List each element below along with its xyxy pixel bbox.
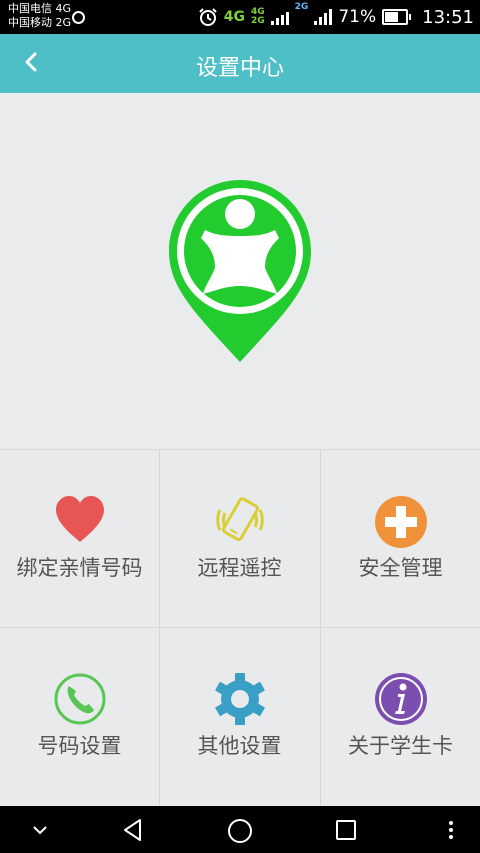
signal-icon-1 xyxy=(270,9,289,25)
menu-label: 其他设置 xyxy=(197,734,282,758)
recents-square-icon[interactable] xyxy=(334,818,358,842)
battery-percent: 71% xyxy=(338,7,377,27)
menu-remote-control[interactable]: 远程遥控 xyxy=(160,450,319,627)
chevron-down-icon[interactable] xyxy=(31,824,49,836)
carrier-1: 中国电信 4G xyxy=(8,2,72,15)
menu-label: 绑定亲情号码 xyxy=(16,556,143,580)
menu-label: 号码设置 xyxy=(37,734,122,758)
menu-bind-family-numbers[interactable]: 绑定亲情号码 xyxy=(0,450,159,627)
network-type-bottom: 2G xyxy=(251,16,265,26)
gear-icon xyxy=(214,673,265,725)
settings-grid: 绑定亲情号码 远程遥控 安全管理 号码设置 其他设置 关于学生卡 xyxy=(0,449,480,807)
menu-number-settings[interactable]: 号码设置 xyxy=(0,628,159,805)
title-bar: 设置中心 xyxy=(0,34,480,93)
heart-icon xyxy=(55,496,104,542)
back-triangle-icon[interactable] xyxy=(120,817,146,843)
location-pin-logo xyxy=(169,180,311,362)
plus-circle-icon xyxy=(374,496,427,548)
menu-about-student-card[interactable]: 关于学生卡 xyxy=(321,628,480,805)
home-circle-icon[interactable] xyxy=(226,817,254,845)
menu-label: 安全管理 xyxy=(358,556,443,580)
navigation-bar xyxy=(0,806,480,853)
network-type-label: 4G xyxy=(223,8,246,25)
battery-icon xyxy=(382,9,412,25)
divider xyxy=(320,450,321,807)
sync-icon xyxy=(72,11,85,24)
carrier-2: 中国移动 2G xyxy=(8,16,72,29)
divider xyxy=(159,450,160,807)
signal-icon-2 xyxy=(314,9,333,25)
menu-label: 远程遥控 xyxy=(197,556,282,580)
menu-security-management[interactable]: 安全管理 xyxy=(321,450,480,627)
status-indicators: 4G 4G 2G 2G 71% 13:51 xyxy=(198,0,474,34)
more-vertical-icon[interactable] xyxy=(446,819,456,841)
page-title: 设置中心 xyxy=(195,56,284,81)
info-icon xyxy=(374,673,427,725)
divider xyxy=(0,627,480,628)
hero-area xyxy=(0,93,480,449)
phone-call-icon xyxy=(54,673,105,725)
vibrating-phone-icon xyxy=(215,497,264,541)
status-bar: 中国电信 4G 中国移动 2G 4G 4G 2G 2G 71% 13:51 xyxy=(0,0,480,34)
network-type-2g: 2G xyxy=(294,2,309,12)
menu-other-settings[interactable]: 其他设置 xyxy=(160,628,319,805)
menu-label: 关于学生卡 xyxy=(348,734,453,758)
alarm-icon xyxy=(199,8,217,26)
clock: 13:51 xyxy=(422,6,474,28)
